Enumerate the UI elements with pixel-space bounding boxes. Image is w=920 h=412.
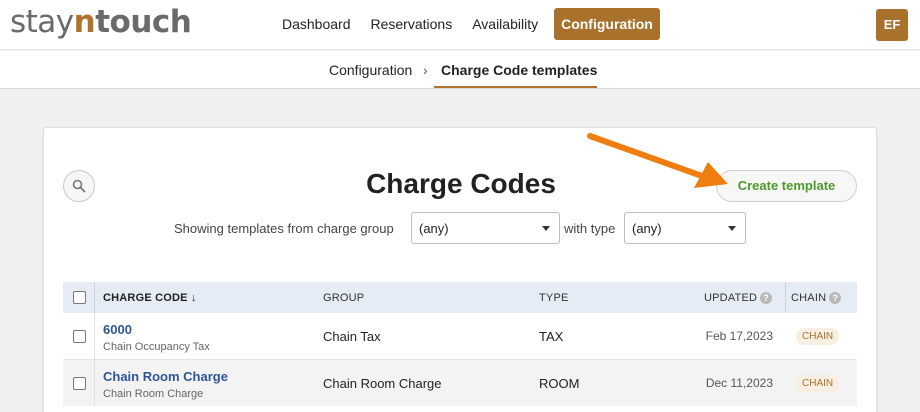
row-checkbox[interactable]	[73, 330, 86, 343]
column-divider	[94, 360, 95, 406]
select-all-checkbox[interactable]	[73, 291, 86, 304]
type-cell: ROOM	[539, 376, 580, 391]
filter-type-label: with type	[564, 221, 616, 236]
charge-code-link[interactable]: Chain Room Charge	[103, 369, 228, 384]
logo-text-touch: touch	[95, 4, 192, 40]
arrow-annotation-icon	[587, 133, 728, 188]
nav-configuration[interactable]: Configuration	[554, 8, 660, 40]
chain-badge: CHAIN	[796, 328, 840, 345]
updated-cell: Dec 11,2023	[705, 376, 773, 390]
type-cell: TAX	[539, 329, 564, 344]
charge-group-value: (any)	[419, 221, 449, 236]
column-header-chain[interactable]: CHAIN?	[791, 292, 842, 304]
stayntouch-logo[interactable]: stayntouch	[10, 4, 192, 40]
main-nav: Dashboard Reservations Availability Conf…	[272, 8, 660, 40]
column-divider	[785, 282, 786, 313]
top-navigation-bar: stayntouch Dashboard Reservations Availa…	[0, 0, 920, 50]
nav-availability[interactable]: Availability	[462, 8, 548, 40]
table-header: CHARGE CODE ↓ GROUP TYPE UPDATED? CHAIN?	[63, 282, 857, 313]
column-header-charge-code[interactable]: CHARGE CODE ↓	[103, 292, 197, 304]
charge-code-description: Chain Occupancy Tax	[103, 341, 210, 353]
nav-dashboard[interactable]: Dashboard	[272, 8, 361, 40]
charge-group-select[interactable]: (any)	[411, 212, 560, 244]
breadcrumb-separator: ›	[423, 62, 428, 78]
breadcrumb-configuration[interactable]: Configuration	[329, 62, 412, 78]
type-value: (any)	[632, 221, 662, 236]
row-checkbox[interactable]	[73, 377, 86, 390]
charge-code-description: Chain Room Charge	[103, 388, 204, 400]
breadcrumb: Configuration › Charge Code templates	[0, 51, 920, 89]
charge-code-link[interactable]: 6000	[103, 322, 132, 337]
chain-badge: CHAIN	[796, 375, 840, 392]
filter-prefix-label: Showing templates from charge group	[174, 221, 394, 236]
group-cell: Chain Tax	[323, 329, 381, 344]
column-header-updated[interactable]: UPDATED?	[704, 292, 773, 304]
breadcrumb-current[interactable]: Charge Code templates	[441, 62, 597, 78]
chevron-down-icon	[542, 226, 550, 231]
column-divider	[94, 313, 95, 359]
chain-header-label: CHAIN	[791, 292, 827, 304]
chevron-down-icon	[728, 226, 736, 231]
help-icon[interactable]: ?	[829, 292, 842, 304]
table-row[interactable]: 6000 Chain Occupancy Tax Chain Tax TAX F…	[63, 313, 857, 359]
column-header-type[interactable]: TYPE	[539, 292, 569, 304]
updated-header-label: UPDATED	[704, 292, 758, 304]
help-icon[interactable]: ?	[760, 292, 773, 304]
updated-cell: Feb 17,2023	[705, 329, 773, 343]
user-avatar[interactable]: EF	[876, 9, 908, 41]
active-tab-underline	[434, 86, 597, 88]
column-divider	[94, 282, 95, 313]
nav-reservations[interactable]: Reservations	[361, 8, 463, 40]
column-header-group[interactable]: GROUP	[323, 292, 364, 304]
charge-codes-card: Charge Codes Create template Showing tem…	[43, 127, 877, 412]
type-select[interactable]: (any)	[624, 212, 746, 244]
table-row[interactable]: Chain Room Charge Chain Room Charge Chai…	[63, 360, 857, 406]
logo-text-n: n	[73, 4, 96, 40]
group-cell: Chain Room Charge	[323, 376, 442, 391]
logo-text-stay: stay	[10, 4, 74, 40]
filter-row: Showing templates from charge group (any…	[44, 212, 878, 244]
